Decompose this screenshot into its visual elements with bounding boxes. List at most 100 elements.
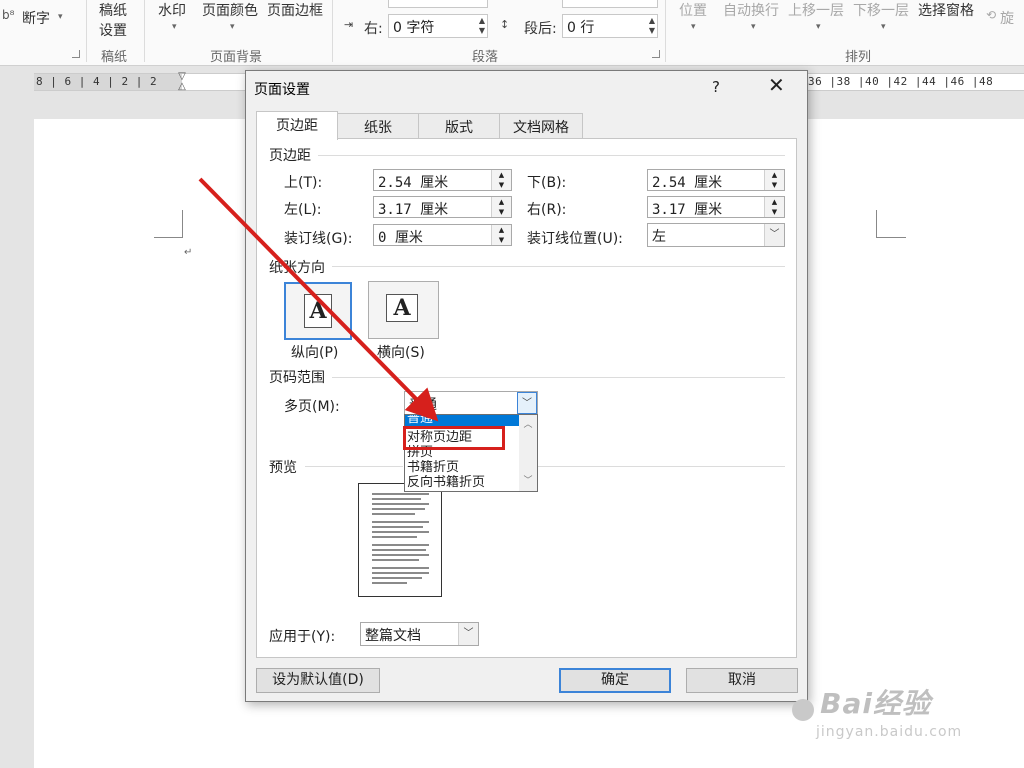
position-button[interactable]: 位置 bbox=[679, 0, 707, 20]
bottom-margin-label: 下(B): bbox=[527, 175, 567, 191]
dialog-launcher-icon[interactable] bbox=[652, 50, 660, 58]
ribbon: b⁸ 断字 ▾ 稿纸 设置 稿纸 水印 ▾ 页面颜色 ▾ 页面边框 页面背景 ⇥… bbox=[0, 0, 1024, 66]
portrait-option[interactable]: A bbox=[284, 282, 352, 340]
option-normal[interactable]: 普通 bbox=[405, 415, 519, 426]
close-button[interactable]: ✕ bbox=[768, 75, 785, 95]
margin-corner-mark bbox=[876, 237, 906, 238]
hyphenation-icon[interactable]: b⁸ bbox=[2, 8, 14, 22]
watermark-button[interactable]: 水印 bbox=[158, 0, 186, 20]
margin-corner-mark bbox=[154, 237, 183, 238]
margin-corner-mark bbox=[876, 210, 877, 238]
portrait-page-icon: A bbox=[304, 294, 332, 328]
chevron-down-icon[interactable]: ▾ bbox=[230, 22, 235, 32]
bring-forward-button[interactable]: 上移一层 bbox=[788, 0, 844, 20]
spinner-icon[interactable]: ▲ ▼ bbox=[764, 197, 784, 217]
page-border-button[interactable]: 页面边框 bbox=[267, 0, 323, 20]
set-default-button[interactable]: 设为默认值(D) bbox=[256, 668, 380, 693]
paragraph-group-label: 段落 bbox=[472, 50, 499, 65]
chevron-down-icon[interactable]: ▾ bbox=[816, 22, 821, 32]
spacing-after-icon: ↕ bbox=[500, 18, 510, 31]
rotate-button[interactable]: 旋 bbox=[1000, 8, 1014, 28]
chevron-down-icon[interactable]: ▾ bbox=[691, 22, 696, 32]
wrap-text-button[interactable]: 自动换行 bbox=[723, 0, 779, 20]
page-background-group-label: 页面背景 bbox=[210, 50, 263, 65]
ok-button[interactable]: 确定 bbox=[559, 668, 671, 693]
spacing-before-input[interactable] bbox=[562, 0, 658, 8]
ribbon-separator bbox=[665, 0, 666, 62]
pages-section-title: 页码范围 bbox=[269, 370, 325, 386]
spinner-icon[interactable]: ▲ ▼ bbox=[491, 197, 511, 217]
chevron-down-icon[interactable]: ﹀ bbox=[517, 392, 537, 414]
send-backward-button[interactable]: 下移一层 bbox=[853, 0, 909, 20]
baidu-jingyan-watermark: Bai经验 jingyan.baidu.com bbox=[790, 682, 961, 740]
portrait-label[interactable]: 纵向(P) bbox=[291, 342, 338, 362]
dialog-title: 页面设置 bbox=[254, 82, 310, 98]
hyphenation-button[interactable]: 断字 bbox=[22, 8, 50, 28]
tab-paper[interactable]: 纸张 bbox=[337, 113, 419, 138]
indent-left-input[interactable] bbox=[388, 0, 488, 8]
gutter-input[interactable]: 0 厘米 ▲ ▼ bbox=[373, 224, 512, 246]
indent-marker-icon[interactable]: ▽ △ bbox=[177, 72, 187, 94]
help-button[interactable]: ? bbox=[712, 78, 720, 96]
tab-document-grid[interactable]: 文档网格 bbox=[499, 113, 583, 138]
option-book-fold[interactable]: 书籍折页 bbox=[405, 460, 519, 475]
landscape-label[interactable]: 横向(S) bbox=[377, 342, 425, 362]
apply-to-select[interactable]: 整篇文档 ﹀ bbox=[360, 622, 479, 646]
right-margin-label: 右(R): bbox=[527, 202, 567, 218]
chevron-down-icon[interactable]: ▾ bbox=[881, 22, 886, 32]
page-preview bbox=[358, 483, 442, 597]
chevron-down-icon[interactable]: ﹀ bbox=[458, 623, 478, 645]
arrange-group-label: 排列 bbox=[845, 50, 872, 65]
scroll-up-icon[interactable]: ︿ bbox=[519, 417, 537, 430]
section-divider bbox=[318, 155, 785, 156]
multiple-pages-select[interactable]: 普通 ﹀ bbox=[404, 391, 538, 415]
spinner-icon[interactable]: ▲ ▼ bbox=[479, 16, 485, 36]
section-divider bbox=[305, 466, 403, 467]
selection-pane-button[interactable]: 选择窗格 bbox=[918, 0, 974, 20]
right-margin-input[interactable]: 3.17 厘米 ▲ ▼ bbox=[647, 196, 785, 218]
section-divider bbox=[332, 266, 785, 267]
gutter-value: 0 厘米 bbox=[378, 230, 423, 246]
manuscript-button-label2[interactable]: 设置 bbox=[99, 20, 127, 40]
spacing-after-input[interactable]: 0 行 ▲ ▼ bbox=[562, 14, 658, 38]
spinner-icon[interactable]: ▲ ▼ bbox=[649, 16, 655, 36]
left-margin-label: 左(L): bbox=[284, 202, 322, 218]
scroll-down-icon[interactable]: ﹀ bbox=[519, 473, 537, 486]
landscape-option[interactable]: A bbox=[368, 281, 439, 339]
margin-corner-mark bbox=[182, 210, 183, 238]
tab-margins[interactable]: 页边距 bbox=[256, 111, 338, 140]
indent-right-input[interactable]: 0 字符 ▲ ▼ bbox=[388, 14, 488, 38]
rotate-icon[interactable]: ⟲ bbox=[986, 8, 996, 22]
chevron-down-icon[interactable]: ▾ bbox=[751, 22, 756, 32]
spinner-icon[interactable]: ▲ ▼ bbox=[764, 170, 784, 190]
page-color-button[interactable]: 页面颜色 bbox=[202, 0, 258, 20]
spinner-icon[interactable]: ▲ ▼ bbox=[491, 225, 511, 245]
bottom-margin-value: 2.54 厘米 bbox=[652, 175, 723, 191]
dropdown-scrollbar[interactable]: ︿ ﹀ bbox=[519, 415, 537, 491]
gutter-position-label: 装订线位置(U): bbox=[527, 231, 623, 247]
left-margin-input[interactable]: 3.17 厘米 ▲ ▼ bbox=[373, 196, 512, 218]
chevron-down-icon[interactable]: ▾ bbox=[172, 22, 177, 32]
chevron-down-icon[interactable]: ▾ bbox=[58, 12, 63, 22]
preview-text-lines-icon bbox=[372, 493, 429, 584]
spinner-icon[interactable]: ▲ ▼ bbox=[491, 170, 511, 190]
annotation-highlight-box bbox=[403, 426, 505, 450]
bottom-margin-input[interactable]: 2.54 厘米 ▲ ▼ bbox=[647, 169, 785, 191]
gutter-label: 装订线(G): bbox=[284, 231, 353, 247]
gutter-position-select[interactable]: 左 ﹀ bbox=[647, 223, 785, 247]
gutter-position-value: 左 bbox=[652, 229, 666, 245]
top-margin-value: 2.54 厘米 bbox=[378, 175, 449, 191]
cancel-button[interactable]: 取消 bbox=[686, 668, 798, 693]
ruler-left-ticks: 8 | 6 | 4 | 2 | 2 bbox=[36, 75, 158, 88]
tab-layout[interactable]: 版式 bbox=[418, 113, 500, 138]
dialog-launcher-icon[interactable] bbox=[72, 50, 80, 58]
ribbon-separator bbox=[86, 0, 87, 62]
ruler-right-ticks: 36 |38 |40 |42 |44 |46 |48 bbox=[808, 75, 994, 88]
section-divider bbox=[538, 466, 785, 467]
paw-logo-icon bbox=[792, 698, 814, 721]
option-reverse-book-fold[interactable]: 反向书籍折页 bbox=[405, 475, 519, 490]
right-margin-value: 3.17 厘米 bbox=[652, 202, 723, 218]
manuscript-button[interactable]: 稿纸 bbox=[99, 0, 127, 20]
top-margin-input[interactable]: 2.54 厘米 ▲ ▼ bbox=[373, 169, 512, 191]
chevron-down-icon[interactable]: ﹀ bbox=[764, 224, 784, 246]
